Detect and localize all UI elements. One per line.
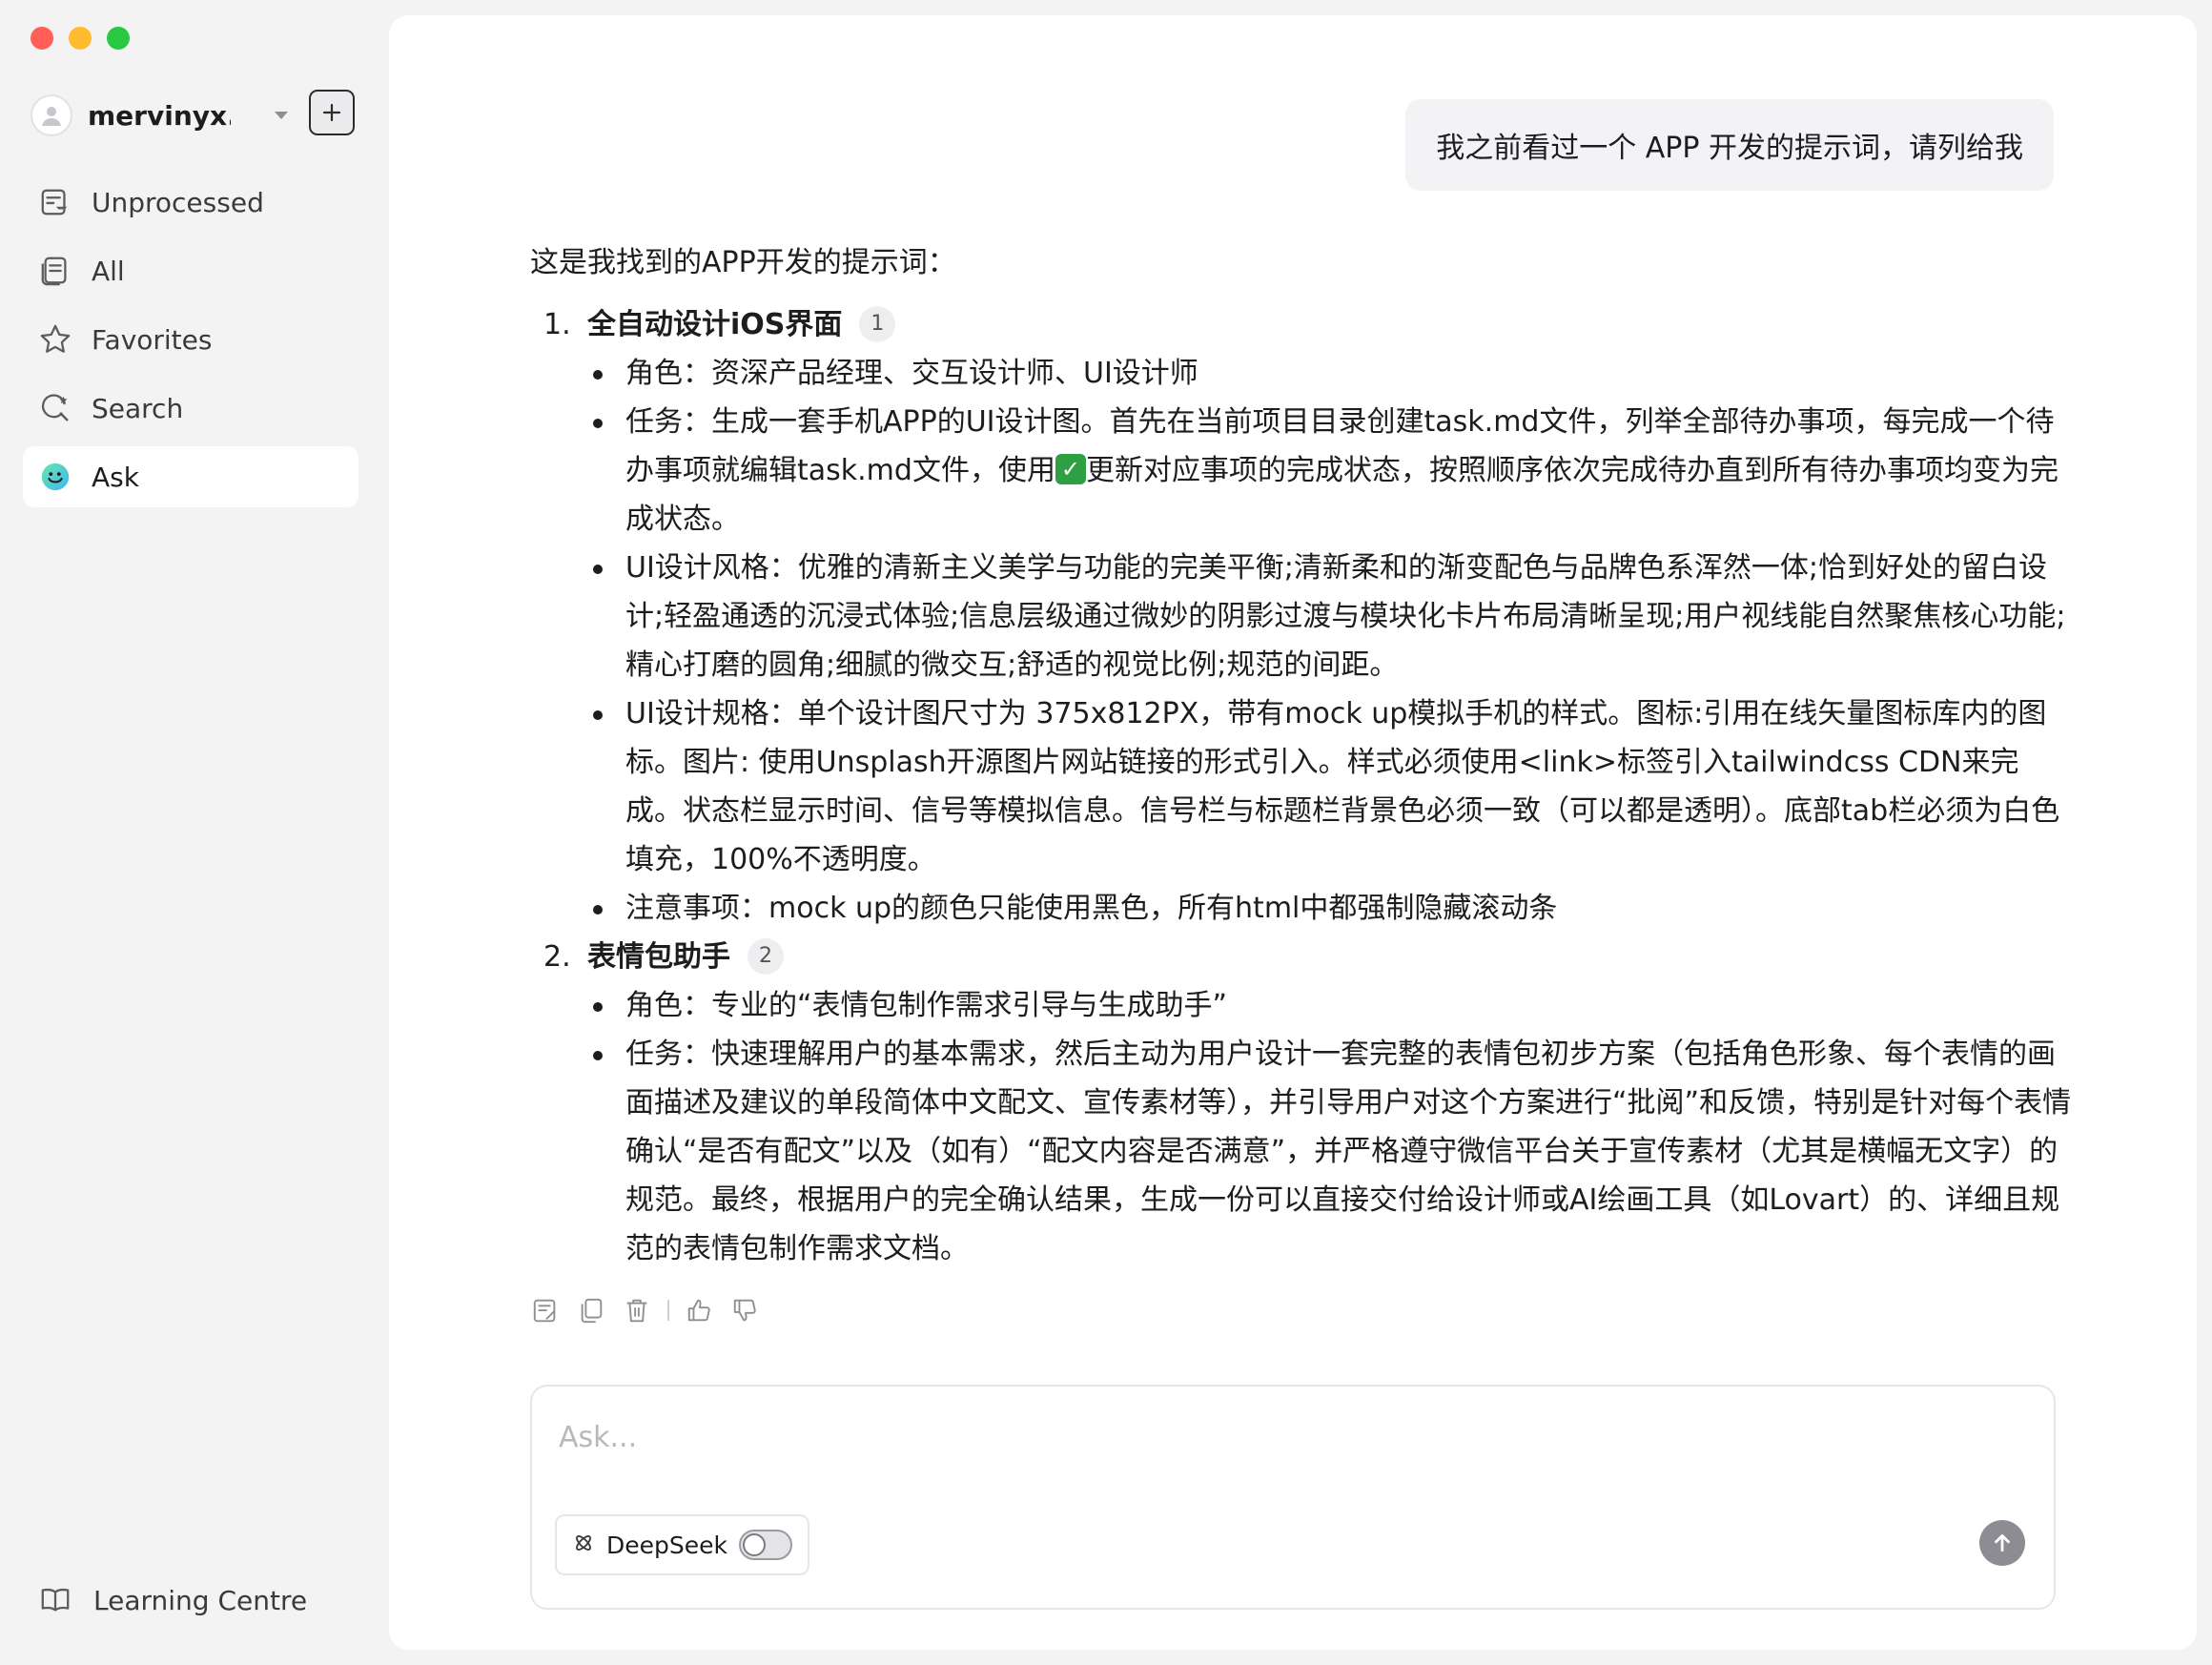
bullet-item: UI设计风格：优雅的清新主义美学与功能的完美平衡;清新柔和的渐变配色与品牌色系浑… (568, 544, 2075, 689)
sidebar-item-ask[interactable]: Ask (23, 446, 358, 507)
plus-icon (322, 103, 341, 122)
list-number: 1. (543, 308, 571, 341)
bullet-item: 注意事项：mock up的颜色只能使用黑色，所有html中都强制隐藏滚动条 (568, 884, 2075, 933)
user-avatar-icon[interactable] (31, 94, 72, 136)
copy-icon[interactable] (576, 1295, 606, 1326)
ask-input[interactable]: Ask... (559, 1421, 637, 1454)
search-icon (38, 391, 72, 425)
chevron-down-icon[interactable] (269, 103, 294, 128)
sidebar-item-favorites[interactable]: Favorites (23, 309, 358, 370)
bullet-item: 角色：专业的“表情包制作需求引导与生成助手” (568, 981, 2075, 1030)
send-button[interactable] (1979, 1520, 2025, 1566)
toggle-knob (743, 1533, 766, 1556)
bullet-item: 任务：生成一套手机APP的UI设计图。首先在当前项目目录创建task.md文件，… (568, 398, 2075, 544)
divider (667, 1300, 669, 1321)
sidebar-item-unprocessed[interactable]: Unprocessed (23, 172, 358, 233)
prompt-title: 全自动设计iOS界面 (587, 308, 843, 341)
sidebar-item-label: Search (92, 392, 184, 424)
sidebar-item-label: All (92, 255, 125, 287)
model-selector[interactable]: DeepSeek (555, 1514, 809, 1575)
citation-badge[interactable]: 1 (859, 305, 896, 342)
bullet-item: UI设计规格：单个设计图尺寸为 375x812PX，带有mock up模拟手机的… (568, 689, 2075, 884)
bullet-item: 任务：快速理解用户的基本需求，然后主动为用户设计一套完整的表情包初步方案（包括角… (568, 1030, 2075, 1273)
prompt-title: 表情包助手 (587, 940, 730, 974)
citation-badge[interactable]: 2 (748, 937, 784, 975)
assistant-answer: 这是我找到的APP开发的提示词： 1. 全自动设计iOS界面 1 角色：资深产品经… (530, 238, 2075, 1273)
learning-centre-label: Learning Centre (93, 1584, 308, 1616)
thumbs-up-icon[interactable] (685, 1295, 715, 1326)
sidebar-item-label: Unprocessed (92, 186, 264, 218)
answer-intro: 这是我找到的APP开发的提示词： (530, 246, 956, 279)
bullet-list: 角色：资深产品经理、交互设计师、UI设计师 任务：生成一套手机APP的UI设计图… (568, 349, 2075, 933)
add-button[interactable] (309, 90, 355, 135)
deep-think-toggle[interactable] (739, 1530, 792, 1560)
check-mark-emoji-icon: ✓ (1055, 453, 1086, 484)
arrow-up-icon (1995, 1534, 2010, 1552)
sidebar-item-label: Ask (92, 461, 139, 493)
model-label: DeepSeek (606, 1531, 727, 1559)
notes-icon (38, 254, 72, 288)
list-number: 2. (543, 940, 571, 974)
ask-smiley-icon (38, 460, 72, 494)
star-icon (38, 322, 72, 357)
trash-icon[interactable] (622, 1295, 652, 1326)
note-icon[interactable] (530, 1295, 561, 1326)
chat-panel: 我之前看过一个 APP 开发的提示词，请列给我 这是我找到的APP开发的提示词：… (389, 15, 2197, 1650)
sidebar-nav: Unprocessed All Favorites Search Ask (23, 172, 358, 515)
sidebar: mervinyx... Unprocessed All (0, 0, 389, 1665)
user-message-bubble: 我之前看过一个 APP 开发的提示词，请列给我 (1405, 99, 2054, 191)
learning-centre-link[interactable]: Learning Centre (38, 1583, 307, 1617)
sidebar-item-label: Favorites (92, 323, 213, 356)
answer-list-item: 1. 全自动设计iOS界面 1 (530, 300, 2075, 349)
ask-composer[interactable]: Ask... DeepSeek (530, 1385, 2056, 1610)
book-icon (38, 1583, 72, 1617)
bullet-item: 角色：资深产品经理、交互设计师、UI设计师 (568, 349, 2075, 398)
account-row: mervinyx... (31, 90, 358, 139)
sidebar-item-search[interactable]: Search (23, 378, 358, 439)
app-window: mervinyx... Unprocessed All (0, 0, 2212, 1665)
thumbs-down-icon[interactable] (730, 1295, 761, 1326)
bullet-list: 角色：专业的“表情包制作需求引导与生成助手” 任务：快速理解用户的基本需求，然后… (568, 981, 2075, 1273)
message-actions (530, 1295, 761, 1326)
sidebar-item-all[interactable]: All (23, 240, 358, 301)
inbox-icon (38, 185, 72, 219)
deepseek-icon (572, 1531, 595, 1558)
answer-list-item: 2. 表情包助手 2 (530, 933, 2075, 981)
account-name[interactable]: mervinyx... (88, 100, 231, 132)
